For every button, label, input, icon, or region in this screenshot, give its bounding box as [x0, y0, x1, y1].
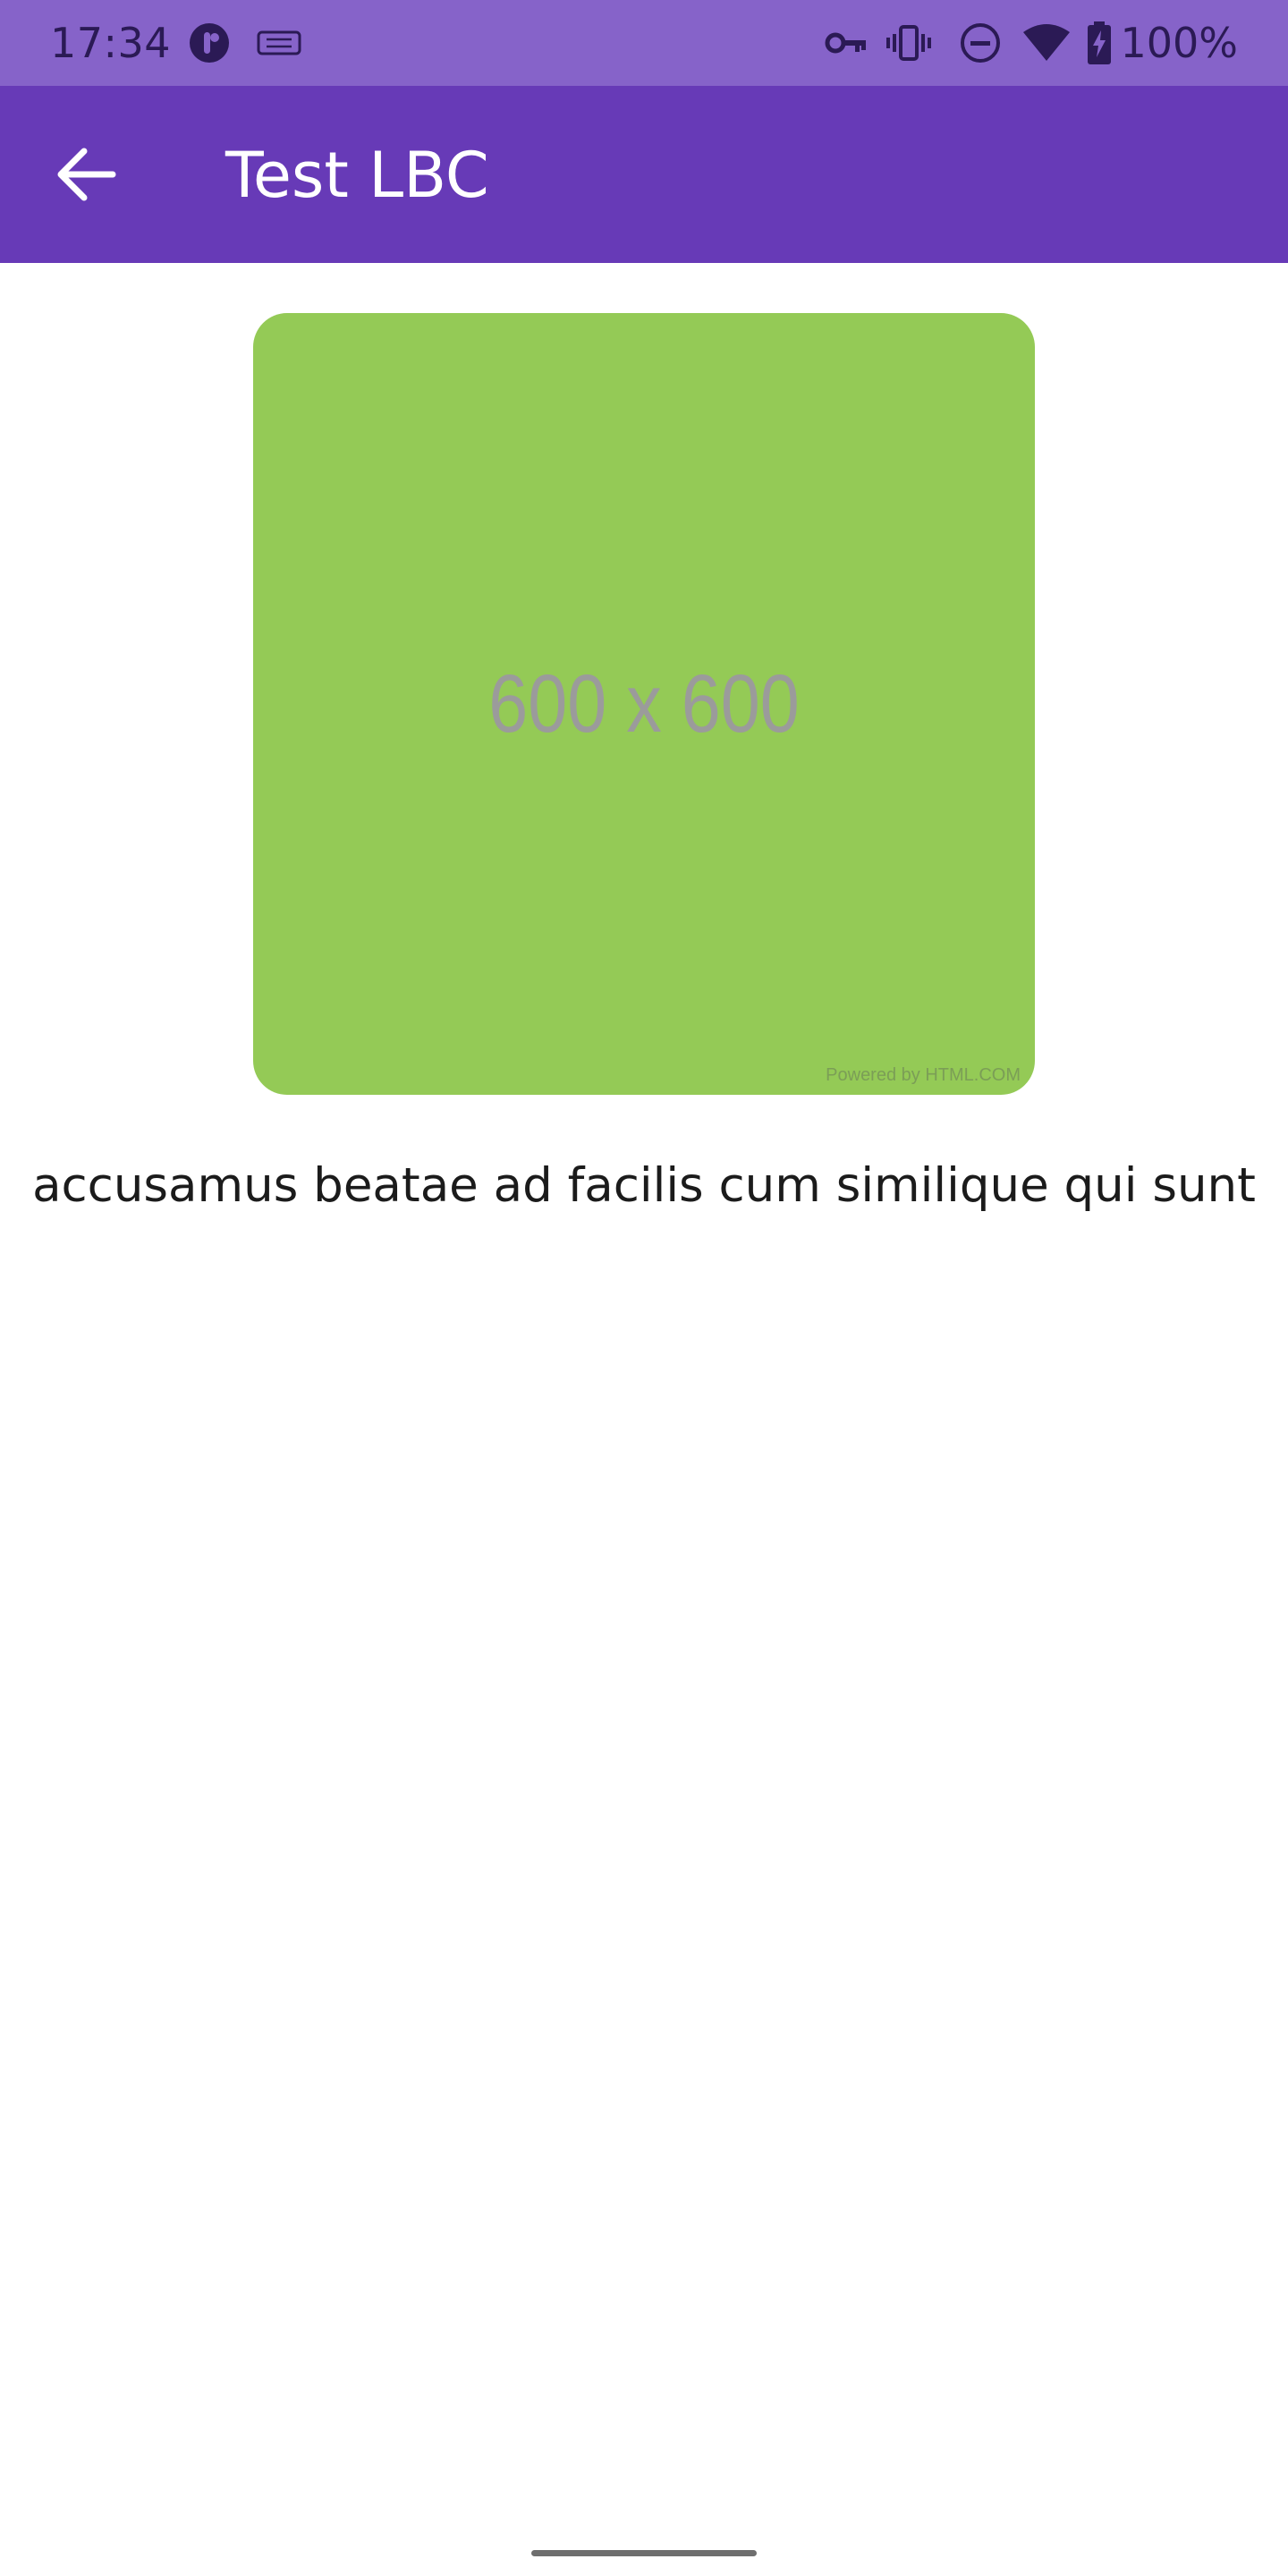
gesture-navigation-bar[interactable]: [531, 2550, 757, 2556]
battery-percentage: 100%: [1120, 19, 1238, 67]
status-time: 17:34: [50, 19, 172, 67]
app-bar: Test LBC: [0, 86, 1288, 263]
arrow-back-icon: [57, 148, 116, 201]
image-credit: Powered by HTML.COM: [826, 1065, 1021, 1085]
vpn-key-icon: [825, 32, 866, 54]
status-bar: 17:34 100%: [0, 0, 1288, 86]
placeholder-image: 600 x 600 Powered by HTML.COM: [253, 313, 1035, 1095]
app-notification-icon: [190, 23, 229, 63]
image-dimension-label: 600 x 600: [488, 658, 800, 750]
page-title: Test LBC: [225, 139, 489, 212]
do-not-disturb-icon: [961, 23, 1000, 63]
back-button[interactable]: [43, 131, 129, 217]
item-caption: accusamus beatae ad facilis cum similiqu…: [32, 1158, 1256, 1213]
vibrate-icon: [886, 25, 931, 61]
battery-charging-icon: [1088, 21, 1111, 64]
wifi-icon: [1023, 24, 1070, 61]
keyboard-icon: [257, 30, 301, 55]
